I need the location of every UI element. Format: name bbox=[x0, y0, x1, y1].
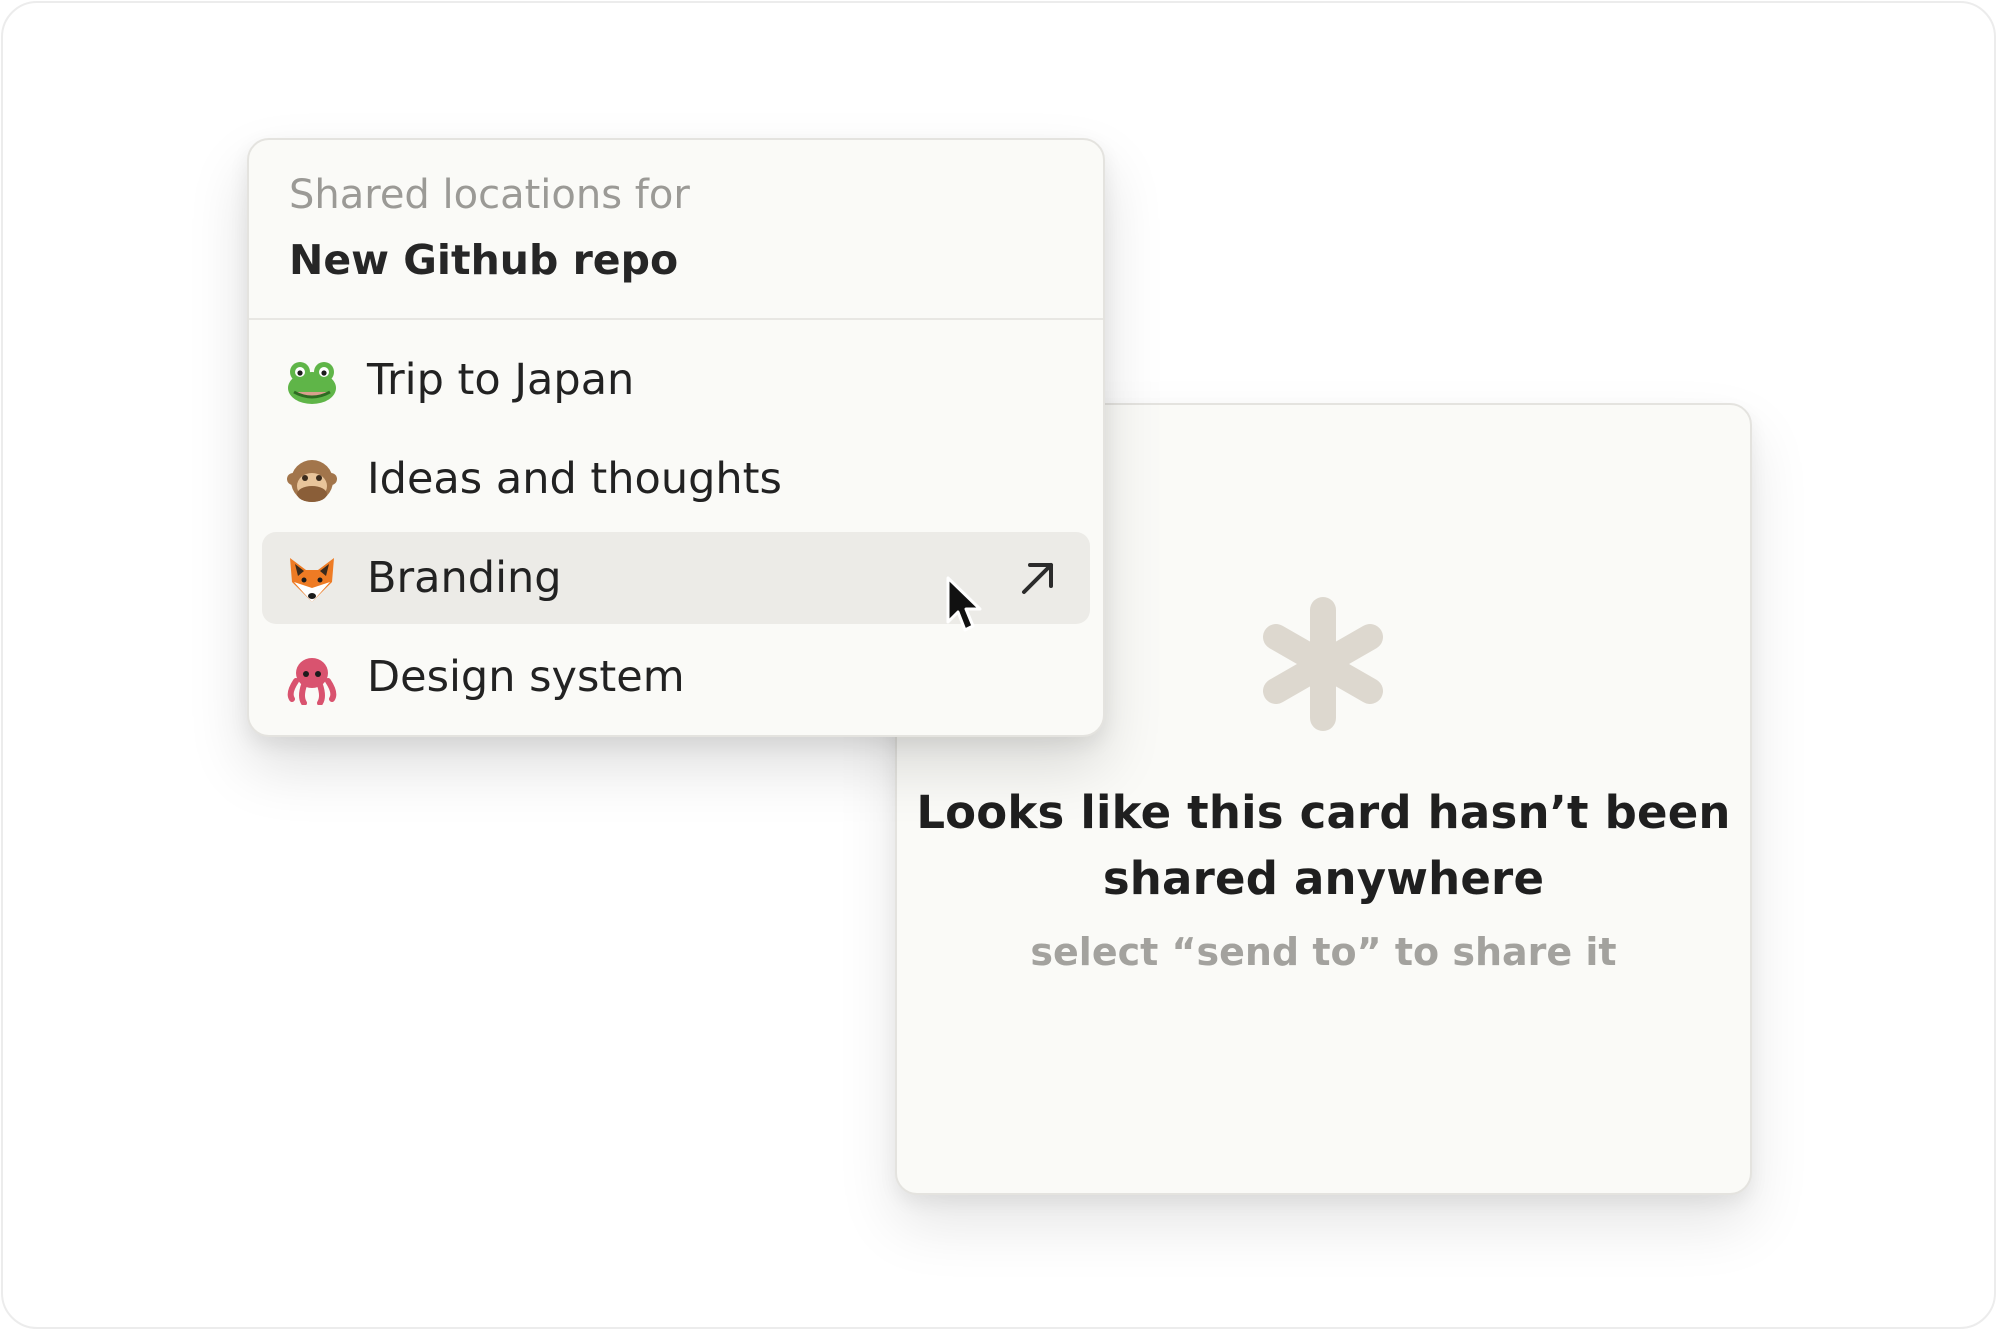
frog-emoji-icon bbox=[288, 362, 336, 404]
arrow-up-right-icon[interactable] bbox=[1018, 558, 1058, 598]
see-no-evil-monkey-emoji-icon bbox=[287, 460, 337, 502]
location-item-label: Design system bbox=[367, 652, 685, 702]
octopus-emoji-icon bbox=[287, 658, 337, 705]
popover-header-label: Shared locations for bbox=[289, 172, 690, 218]
empty-state-title: Looks like this card hasn’t been shared … bbox=[895, 780, 1752, 912]
empty-state-title-line2: shared anywhere bbox=[1102, 852, 1545, 905]
mouse-pointer-icon bbox=[946, 576, 982, 632]
popover-divider bbox=[249, 318, 1103, 320]
location-item-design-system[interactable]: Design system bbox=[262, 631, 1090, 723]
popover-header-title: New Github repo bbox=[289, 236, 679, 284]
location-item-ideas-and-thoughts[interactable]: Ideas and thoughts bbox=[262, 433, 1090, 525]
empty-state-subtitle: select “send to” to share it bbox=[1030, 930, 1617, 974]
location-item-label: Branding bbox=[367, 553, 562, 603]
fox-emoji-icon bbox=[290, 558, 334, 602]
empty-state-title-line1: Looks like this card hasn’t been bbox=[916, 786, 1731, 839]
location-item-label: Ideas and thoughts bbox=[367, 454, 782, 504]
asterisk-icon bbox=[1263, 597, 1383, 731]
location-item-trip-to-japan[interactable]: Trip to Japan bbox=[262, 334, 1090, 426]
location-item-label: Trip to Japan bbox=[367, 355, 635, 405]
